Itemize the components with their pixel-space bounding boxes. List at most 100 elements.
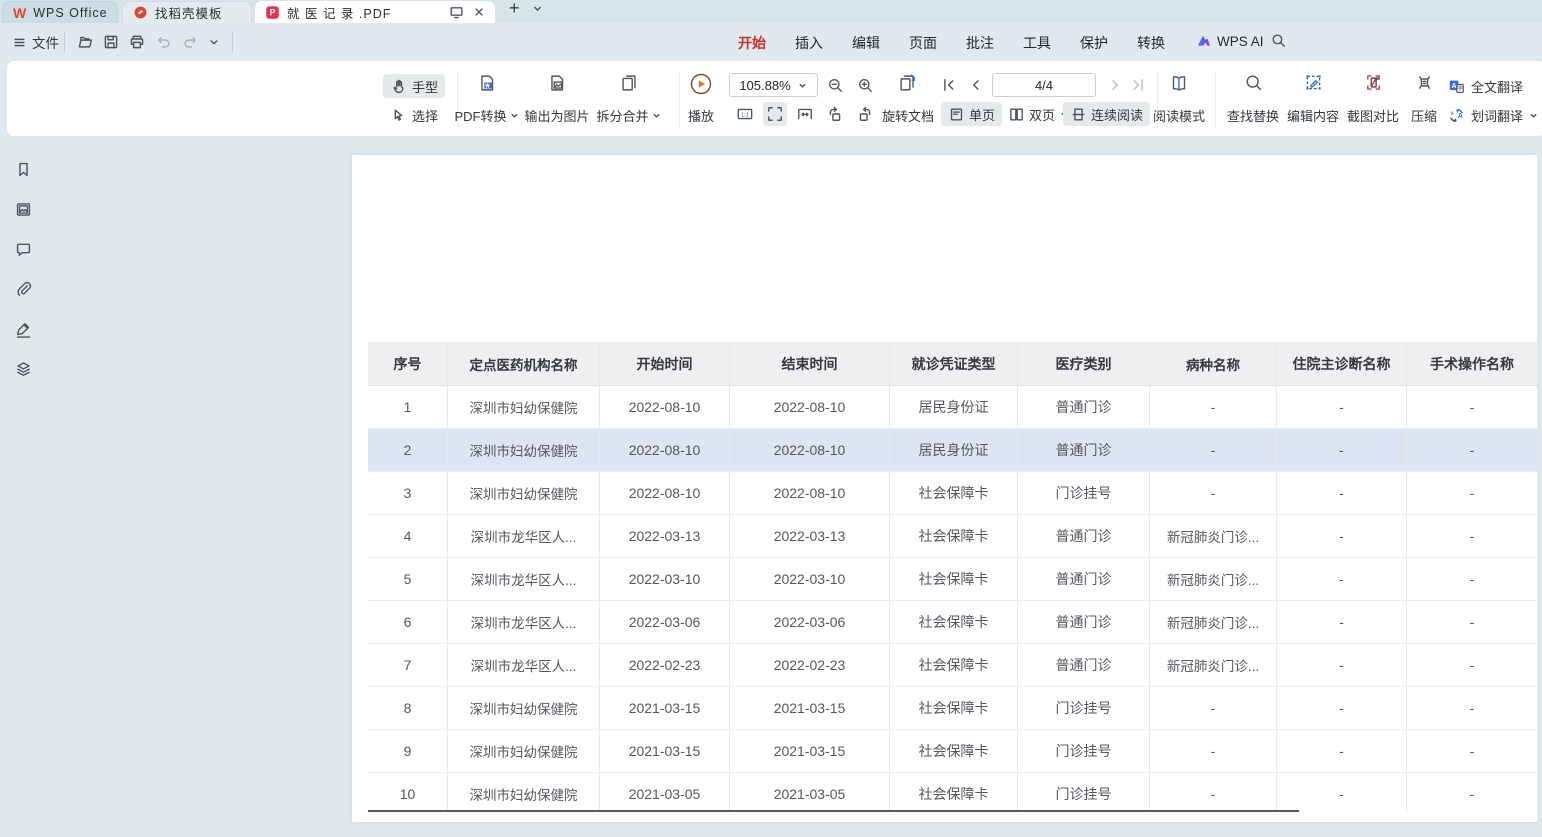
read-mode-button[interactable]: 阅读模式 bbox=[1142, 69, 1216, 131]
table-cell: 2021-03-15 bbox=[730, 730, 890, 773]
save-icon bbox=[102, 33, 120, 51]
comments-panel-button[interactable] bbox=[12, 238, 34, 260]
menu-item-protect[interactable]: 保护 bbox=[1080, 27, 1108, 64]
divider bbox=[1215, 71, 1216, 128]
separate-window-button[interactable] bbox=[449, 6, 464, 19]
table-header-row: 序号定点医药机构名称开始时间结束时间就诊凭证类型医疗类别病种名称住院主诊断名称手… bbox=[368, 342, 1537, 386]
hand-icon bbox=[390, 78, 407, 95]
word-translate-button[interactable]: A x 划词翻译 bbox=[1447, 103, 1539, 127]
new-tab-button[interactable]: + bbox=[509, 0, 520, 19]
table-cell: 2022-03-10 bbox=[730, 558, 890, 601]
tab-label: 就 医 记 录 .PDF bbox=[287, 3, 440, 22]
menu-search-button[interactable] bbox=[1270, 32, 1287, 49]
table-cell: - bbox=[1407, 386, 1537, 429]
screenshot-compare-label: 截图对比 bbox=[1347, 106, 1399, 125]
fit-window-button[interactable] bbox=[763, 102, 787, 126]
continuous-read-button[interactable]: 连续阅读 bbox=[1063, 102, 1150, 126]
full-translate-button[interactable]: A 字 全文翻译 bbox=[1447, 74, 1523, 98]
table-cell: 社会保障卡 bbox=[890, 773, 1018, 812]
file-menu-label: 文件 bbox=[32, 32, 59, 52]
redo-button[interactable] bbox=[181, 30, 199, 54]
save-button[interactable] bbox=[102, 30, 120, 54]
actual-size-button[interactable]: 1:1 bbox=[733, 102, 757, 126]
table-row: 4深圳市龙华区人...2022-03-132022-03-13社会保障卡普通门诊… bbox=[368, 515, 1537, 558]
open-file-button[interactable] bbox=[76, 30, 94, 54]
menu-row: 文件 开始 插入 编辑 页面 批注 工具 保护 转换 WPS AI bbox=[0, 23, 1542, 60]
quickbar-more-button[interactable] bbox=[207, 30, 221, 54]
table-cell: 2021-03-05 bbox=[600, 773, 730, 812]
first-page-button[interactable] bbox=[937, 73, 961, 97]
comment-icon bbox=[14, 240, 33, 259]
table-cell: 2021-03-05 bbox=[730, 773, 890, 812]
menu-item-insert[interactable]: 插入 bbox=[795, 27, 823, 64]
layers-panel-button[interactable] bbox=[12, 358, 34, 380]
table-cell: 2022-02-23 bbox=[600, 644, 730, 687]
table-cell: - bbox=[1277, 730, 1407, 773]
zoom-level-dropdown[interactable]: 105.88% bbox=[729, 73, 818, 97]
split-merge-button[interactable]: 拆分合并 bbox=[587, 69, 671, 131]
tab-document-pdf[interactable]: P 就 医 记 录 .PDF bbox=[255, 1, 495, 23]
menu-item-page[interactable]: 页面 bbox=[909, 27, 937, 64]
table-cell: 2022-02-23 bbox=[730, 644, 890, 687]
table-cell: 深圳市妇幼保健院 bbox=[448, 773, 600, 812]
column-header: 序号 bbox=[368, 342, 448, 386]
menu-item-edit[interactable]: 编辑 bbox=[852, 27, 880, 64]
continuous-read-label: 连续阅读 bbox=[1091, 105, 1143, 124]
signature-pen-icon bbox=[14, 320, 33, 339]
table-row: 3深圳市妇幼保健院2022-08-102022-08-10社会保障卡门诊挂号--… bbox=[368, 472, 1537, 515]
table-cell: - bbox=[1277, 429, 1407, 472]
chevron-down-icon bbox=[207, 35, 221, 49]
select-tool-button[interactable]: 选择 bbox=[383, 103, 445, 127]
thumbnails-panel-button[interactable] bbox=[12, 198, 34, 220]
rotate-left-button[interactable] bbox=[823, 102, 847, 126]
bookmarks-panel-button[interactable] bbox=[12, 158, 34, 180]
menu-item-convert[interactable]: 转换 bbox=[1137, 27, 1165, 64]
wps-ai-button[interactable]: WPS AI bbox=[1196, 33, 1264, 49]
ribbon-toolbar: 手型 选择 PDF转换 输出为图片 拆分合并 bbox=[6, 60, 1542, 137]
fit-width-button[interactable] bbox=[793, 102, 817, 126]
table-cell: 2021-03-15 bbox=[600, 687, 730, 730]
menu-item-tools[interactable]: 工具 bbox=[1023, 27, 1051, 64]
actual-size-icon: 1:1 bbox=[735, 104, 755, 124]
tab-wps-office[interactable]: W WPS Office bbox=[2, 1, 118, 23]
table-cell: 普通门诊 bbox=[1018, 601, 1150, 644]
attachments-panel-button[interactable] bbox=[12, 278, 34, 300]
table-cell: - bbox=[1407, 558, 1537, 601]
table-cell: 9 bbox=[368, 730, 448, 773]
search-icon bbox=[1270, 32, 1287, 49]
page-number-input[interactable]: 4/4 bbox=[992, 73, 1096, 97]
print-button[interactable] bbox=[128, 30, 146, 54]
menu-item-comment[interactable]: 批注 bbox=[966, 27, 994, 64]
table-cell: 门诊挂号 bbox=[1018, 730, 1150, 773]
zoom-out-button[interactable] bbox=[823, 73, 847, 97]
table-cell: - bbox=[1277, 773, 1407, 812]
table-cell: - bbox=[1407, 472, 1537, 515]
zoom-level-value: 105.88% bbox=[739, 78, 790, 93]
rotate-document-button[interactable]: 旋转文档 bbox=[872, 69, 944, 131]
play-label: 播放 bbox=[688, 106, 714, 125]
signature-panel-button[interactable] bbox=[12, 318, 34, 340]
menu-item-home[interactable]: 开始 bbox=[738, 27, 766, 64]
table-cell: - bbox=[1150, 687, 1277, 730]
file-menu-button[interactable]: 文件 bbox=[12, 30, 59, 54]
single-page-button[interactable]: 单页 bbox=[941, 102, 1002, 126]
table-cell: 3 bbox=[368, 472, 448, 515]
table-cell: 2022-03-06 bbox=[730, 601, 890, 644]
table-cell: 深圳市妇幼保健院 bbox=[448, 730, 600, 773]
read-mode-label: 阅读模式 bbox=[1153, 106, 1205, 125]
table-cell: - bbox=[1277, 558, 1407, 601]
tab-docer-templates[interactable]: 找稻壳模板 bbox=[122, 1, 252, 23]
previous-page-button[interactable] bbox=[964, 73, 988, 97]
undo-button[interactable] bbox=[155, 30, 173, 54]
compress-button[interactable]: 压缩 bbox=[1399, 69, 1449, 131]
hand-tool-button[interactable]: 手型 bbox=[383, 74, 445, 98]
table-cell: 5 bbox=[368, 558, 448, 601]
vertical-scrollbar[interactable] bbox=[1537, 137, 1542, 837]
next-page-button[interactable] bbox=[1103, 73, 1127, 97]
tab-close-button[interactable] bbox=[473, 6, 485, 18]
tab-list-button[interactable] bbox=[531, 2, 544, 15]
double-page-icon bbox=[1008, 106, 1025, 123]
single-page-label: 单页 bbox=[969, 105, 995, 124]
play-button[interactable]: 播放 bbox=[677, 69, 725, 131]
table-bottom-border bbox=[368, 810, 1299, 812]
